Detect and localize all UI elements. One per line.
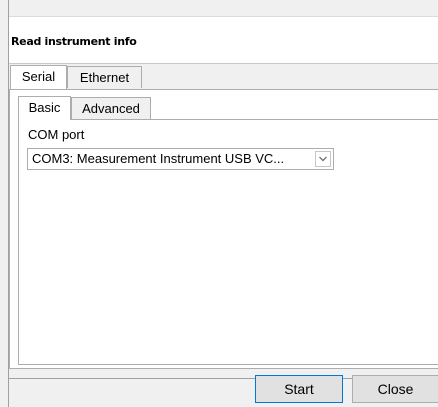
- tab-basic[interactable]: Basic: [18, 96, 71, 120]
- com-port-select[interactable]: COM3: Measurement Instrument USB VC...: [27, 148, 334, 170]
- start-button[interactable]: Start: [255, 375, 343, 403]
- tab-advanced[interactable]: Advanced: [71, 97, 151, 119]
- basic-panel: COM port COM3: Measurement Instrument US…: [18, 119, 438, 365]
- chevron-down-icon[interactable]: [315, 151, 331, 167]
- com-port-value: COM3: Measurement Instrument USB VC...: [32, 151, 285, 166]
- com-port-label: COM port: [28, 127, 85, 142]
- tab-serial[interactable]: Serial: [10, 65, 67, 89]
- read-instrument-dialog: Read instrument info Serial Ethernet Bas…: [0, 0, 438, 407]
- title-strip: [9, 0, 438, 17]
- serial-panel: Basic Advanced COM port COM3: Measuremen…: [9, 89, 438, 369]
- tab-ethernet[interactable]: Ethernet: [67, 66, 142, 88]
- close-button[interactable]: Close: [352, 375, 438, 403]
- dialog-title: Read instrument info: [11, 35, 137, 48]
- dialog-header: Read instrument info: [9, 17, 438, 64]
